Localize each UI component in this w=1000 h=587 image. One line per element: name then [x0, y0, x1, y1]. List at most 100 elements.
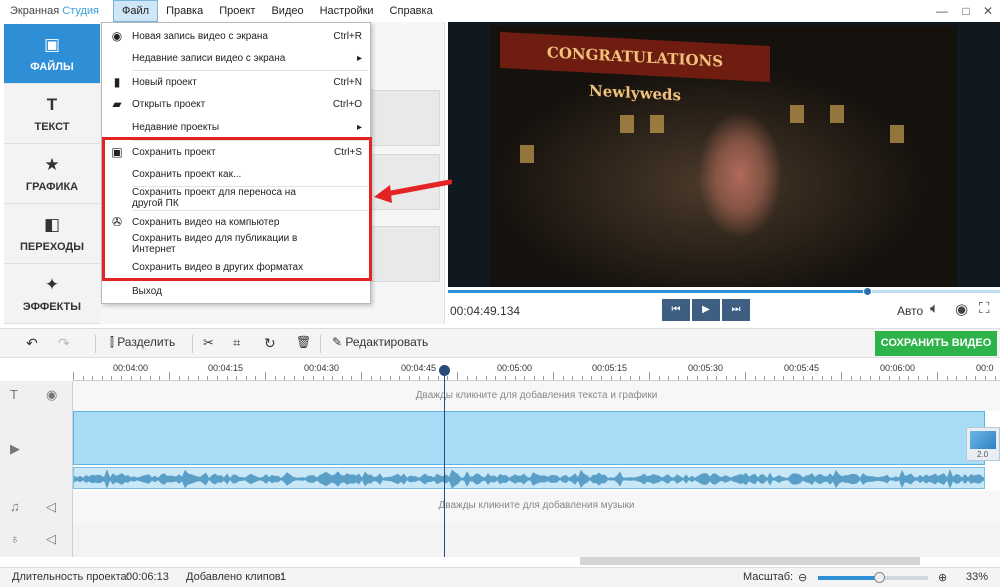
- text-track-header: T ◉: [0, 381, 73, 411]
- sidebar-item-files[interactable]: ▣ ФАЙЛЫ: [4, 24, 100, 84]
- edit-button[interactable]: ✎ Редактировать: [332, 335, 428, 349]
- zoom-in-icon[interactable]: ⊕: [938, 571, 947, 584]
- magic-wand-icon: ✦: [44, 274, 60, 294]
- pencil-icon: ✎: [332, 335, 343, 349]
- split-button[interactable]: ⫿ Разделить: [110, 335, 175, 350]
- sidebar-item-label: ЭФФЕКТЫ: [22, 300, 82, 313]
- video-camera-icon: ▶︎: [10, 441, 20, 456]
- menu-settings[interactable]: Настройки: [312, 0, 382, 22]
- clip-duration: 2.0: [977, 450, 989, 459]
- ruler-label: 00:04:15: [208, 363, 244, 373]
- camera-icon[interactable]: ◉: [955, 300, 968, 318]
- menu-bar: Файл Правка Проект Видео Настройки Справ…: [113, 0, 441, 22]
- waveform-graphic: [74, 469, 984, 488]
- sidebar-item-effects[interactable]: ✦ ЭФФЕКТЫ: [4, 264, 100, 324]
- timeline-ruler[interactable]: 00:04:00 00:04:15 00:04:30 00:04:45 00:0…: [73, 359, 1000, 381]
- seek-fill: [448, 290, 868, 293]
- text-icon: T: [46, 94, 58, 114]
- volume-icon[interactable]: 🔈︎: [930, 300, 939, 317]
- text-track[interactable]: Дважды кликните для добавления текста и …: [73, 381, 1000, 411]
- star-icon: ★: [44, 154, 60, 174]
- video-track-header: ▶︎: [0, 411, 73, 491]
- volume-icon[interactable]: ◁: [46, 531, 56, 547]
- volume-icon[interactable]: ◁: [46, 499, 56, 515]
- prev-frame-button[interactable]: ⏮: [662, 299, 690, 321]
- seek-handle[interactable]: [862, 287, 872, 296]
- sidebar-item-graphics[interactable]: ★ ГРАФИКА: [4, 144, 100, 204]
- ruler-label: 00:05:30: [688, 363, 724, 373]
- zoom-label: Масштаб:: [743, 571, 794, 583]
- close-button[interactable]: ✕: [976, 0, 1000, 22]
- ruler-label: 00:04:00: [113, 363, 149, 373]
- menu-file[interactable]: Файл: [113, 0, 159, 22]
- sidebar-item-label: ПЕРЕХОДЫ: [20, 240, 84, 253]
- zoom-fill: [818, 576, 879, 580]
- clips-value: 1: [280, 571, 287, 583]
- delete-icon[interactable]: 🗑︎: [296, 335, 311, 349]
- redo-icon[interactable]: ↷: [58, 335, 70, 352]
- menu-item-open-project[interactable]: ▰ Открыть проект Ctrl+O: [102, 93, 370, 115]
- clips-label: Добавлено клипов:: [186, 571, 284, 583]
- sidebar: ▣ ФАЙЛЫ T ТЕКСТ ★ ГРАФИКА ◧ ПЕРЕХОДЫ ✦ Э…: [4, 24, 100, 324]
- sidebar-item-text[interactable]: T ТЕКСТ: [4, 84, 100, 144]
- seek-bar[interactable]: [448, 287, 1000, 296]
- highlight-annotation: [102, 137, 372, 281]
- horizontal-scrollbar[interactable]: [580, 557, 920, 565]
- transition-thumbnail[interactable]: 2.0: [966, 427, 1000, 461]
- playhead-line: [444, 370, 445, 557]
- video-preview: CONGRATULATIONS Newlyweds 00:04:49.134 ⏮…: [448, 22, 1000, 327]
- music-note-icon: ♫: [10, 499, 20, 514]
- voice-track[interactable]: [73, 523, 1000, 557]
- zoom-slider[interactable]: [818, 572, 928, 583]
- video-banner: CONGRATULATIONS Newlyweds: [500, 31, 770, 104]
- audio-waveform[interactable]: [73, 467, 985, 489]
- menu-help[interactable]: Справка: [382, 0, 441, 22]
- menu-item-new-recording[interactable]: ◉ Новая запись видео с экрана Ctrl+R: [102, 25, 370, 47]
- record-icon: ◉: [111, 29, 123, 43]
- folder-icon: ▰: [112, 97, 122, 111]
- ruler-label: 00:05:15: [592, 363, 628, 373]
- menu-edit[interactable]: Правка: [158, 0, 211, 22]
- ruler-label: 00:05:00: [497, 363, 533, 373]
- quality-selector[interactable]: Авто: [897, 304, 923, 318]
- zoom-value: 33%: [966, 571, 989, 583]
- video-frame: CONGRATULATIONS Newlyweds: [448, 22, 1000, 287]
- save-video-button[interactable]: СОХРАНИТЬ ВИДЕО: [875, 331, 997, 356]
- maximize-button[interactable]: □: [954, 0, 978, 22]
- zoom-handle[interactable]: [873, 572, 885, 583]
- zoom-out-icon[interactable]: ⊖: [798, 571, 807, 584]
- timecode: 00:04:49.134: [450, 304, 521, 318]
- video-clip[interactable]: [73, 411, 985, 465]
- sidebar-item-transitions[interactable]: ◧ ПЕРЕХОДЫ: [4, 204, 100, 264]
- playhead-handle[interactable]: [439, 365, 450, 376]
- ruler-label: 00:06:00: [880, 363, 916, 373]
- text-icon: T: [10, 387, 18, 402]
- crop-icon[interactable]: ⌗: [233, 335, 240, 351]
- menu-item-exit[interactable]: Выход: [102, 280, 370, 302]
- menu-video[interactable]: Видео: [263, 0, 311, 22]
- sidebar-item-label: ГРАФИКА: [25, 180, 79, 193]
- video-image: CONGRATULATIONS Newlyweds: [490, 25, 957, 287]
- music-track[interactable]: Дважды кликните для добавления музыки: [73, 491, 1000, 523]
- menu-project[interactable]: Проект: [211, 0, 263, 22]
- fullscreen-icon[interactable]: ⛶: [979, 300, 990, 317]
- transition-icon: ◧: [43, 214, 61, 234]
- undo-icon[interactable]: ↶: [26, 335, 38, 352]
- duration-value: 00:06:13: [126, 571, 169, 583]
- split-icon: ⫿: [110, 335, 114, 349]
- ruler-label: 00:05:45: [784, 363, 820, 373]
- menu-item-recent-recordings[interactable]: Недавние записи видео с экрана ▸: [102, 47, 370, 69]
- image-icon: ▣: [43, 34, 61, 54]
- music-track-header: ♫ ◁: [0, 491, 73, 523]
- sidebar-item-label: ТЕКСТ: [34, 120, 70, 133]
- next-frame-button[interactable]: ⏭: [722, 299, 750, 321]
- menu-item-new-project[interactable]: ▮ Новый проект Ctrl+N: [102, 71, 370, 93]
- rotate-icon[interactable]: ↻: [264, 335, 276, 352]
- menu-item-recent-projects[interactable]: Недавние проекты ▸: [102, 116, 370, 138]
- cut-icon[interactable]: ✂: [203, 335, 214, 351]
- play-button[interactable]: ▶: [692, 299, 720, 321]
- sidebar-item-label: ФАЙЛЫ: [30, 60, 74, 73]
- microphone-icon: ♁: [10, 531, 20, 546]
- minimize-button[interactable]: —: [930, 0, 954, 22]
- eye-icon[interactable]: ◉: [46, 387, 57, 403]
